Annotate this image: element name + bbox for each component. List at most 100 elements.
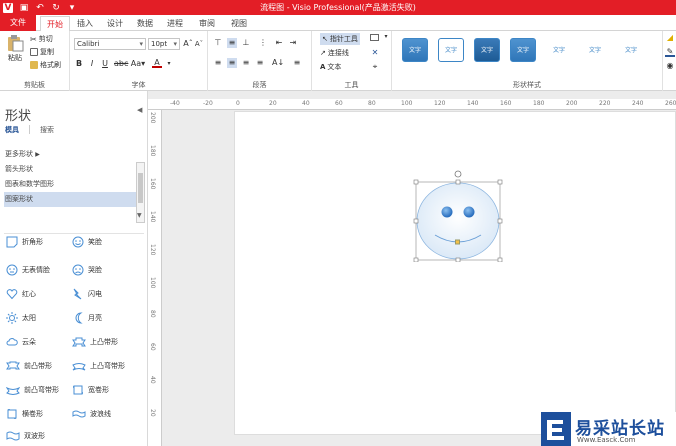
- change-case-icon[interactable]: Aa▾: [130, 59, 146, 69]
- justify-icon[interactable]: ≡: [255, 58, 265, 68]
- increase-indent-icon[interactable]: ⇥: [288, 38, 298, 48]
- stencil-item-charts[interactable]: 图表和数学图形: [4, 177, 136, 192]
- cut-button[interactable]: ✂ 剪切: [30, 34, 53, 44]
- curved-up-ribbon-icon: [72, 363, 86, 371]
- shape-vertical-scroll[interactable]: 宽卷形: [72, 384, 109, 396]
- tab-view[interactable]: 视图: [228, 16, 250, 31]
- align-left-icon[interactable]: ≡: [213, 58, 223, 68]
- align-bottom-icon[interactable]: ⊥: [241, 38, 251, 48]
- shape-double-wave[interactable]: 双波形: [6, 430, 45, 442]
- watermark-logo: 易采站长站 Www.Easck.Com: [541, 412, 676, 446]
- shape-label: 闪电: [88, 290, 102, 298]
- rectangle-tool-icon[interactable]: [370, 34, 379, 41]
- shape-style-3[interactable]: 文字: [474, 38, 500, 62]
- strikethrough-icon[interactable]: abc: [114, 59, 128, 69]
- tab-design[interactable]: 设计: [104, 16, 126, 31]
- text-tool-button[interactable]: A 文本: [320, 62, 341, 72]
- tools-group: ↖ 指针工具 ↗ 连接线 A 文本 ▾ ✕ ⌖ 工具: [312, 31, 392, 91]
- fill-icon[interactable]: ◢: [665, 33, 675, 43]
- connector-button[interactable]: ↗ 连接线: [320, 48, 349, 58]
- shape-tool-dropdown-icon[interactable]: ▾: [381, 32, 391, 42]
- ruler-tick-label: 40: [149, 376, 156, 384]
- shape-style-5[interactable]: 文字: [546, 38, 572, 62]
- watermark-url: Www.Easck.Com: [577, 436, 636, 444]
- align-middle-icon[interactable]: ≡: [227, 38, 237, 48]
- ruler-tick-label: 100: [401, 100, 413, 107]
- tab-process[interactable]: 进程: [164, 16, 186, 31]
- shape-front-ribbon[interactable]: 前凸带形: [6, 360, 52, 372]
- underline-icon[interactable]: U: [100, 59, 110, 69]
- shape-label: 云朵: [22, 338, 36, 346]
- paragraph-more-icon[interactable]: ≡: [292, 58, 302, 68]
- shape-smiley[interactable]: 笑脸: [72, 236, 102, 248]
- ruler-tick-label: 120: [434, 100, 446, 107]
- tab-search[interactable]: 搜索: [40, 125, 54, 135]
- scroll-down-icon[interactable]: ▼: [137, 212, 142, 219]
- paste-button[interactable]: 粘贴: [6, 34, 24, 63]
- drawing-page[interactable]: [234, 111, 676, 435]
- shape-lightning[interactable]: 闪电: [72, 288, 102, 300]
- shape-curved-front-ribbon[interactable]: 前凸弯带形: [6, 384, 59, 396]
- pointer-tool-button[interactable]: ↖ 指针工具: [320, 33, 360, 45]
- shape-neutral-face[interactable]: 无表情脸: [6, 264, 50, 276]
- shape-cloud[interactable]: 云朵: [6, 336, 36, 348]
- shape-label: 无表情脸: [22, 266, 50, 274]
- bold-icon[interactable]: B: [74, 59, 84, 69]
- format-painter-button[interactable]: 格式刷: [30, 60, 61, 70]
- font-color-dropdown-icon[interactable]: ▾: [164, 59, 174, 69]
- smiley-shape[interactable]: [413, 170, 503, 262]
- tab-file[interactable]: 文件: [0, 15, 36, 31]
- front-ribbon-icon: [6, 361, 20, 370]
- collapse-pane-icon[interactable]: ◀: [137, 106, 142, 114]
- shape-style-1[interactable]: 文字: [402, 38, 428, 62]
- shape-style-2[interactable]: 文字: [438, 38, 464, 62]
- align-right-icon[interactable]: ≡: [241, 58, 251, 68]
- shape-up-ribbon[interactable]: 上凸带形: [72, 336, 118, 348]
- font-color-icon[interactable]: A: [152, 58, 162, 68]
- font-size-select[interactable]: 10pt: [148, 38, 180, 50]
- shape-sad-face[interactable]: 哭脸: [72, 264, 102, 276]
- font-name-select[interactable]: Calibri: [74, 38, 146, 50]
- brand-e-icon: [541, 412, 571, 446]
- ruler-tick-label: 80: [149, 310, 156, 318]
- stencil-item-pattern[interactable]: 图案形状: [4, 192, 136, 207]
- shape-folded-corner[interactable]: 折角形: [6, 236, 43, 248]
- shape-heart[interactable]: 红心: [6, 288, 36, 300]
- shape-moon[interactable]: 月亮: [72, 312, 102, 324]
- stencil-item-arrows[interactable]: 箭头形状: [4, 162, 136, 177]
- tab-data[interactable]: 数据: [134, 16, 156, 31]
- shape-style-6[interactable]: 文字: [582, 38, 608, 62]
- tab-home[interactable]: 开始: [40, 16, 70, 31]
- bullets-icon[interactable]: ⋮: [258, 38, 268, 48]
- scrollbar-thumb[interactable]: [138, 173, 143, 203]
- shape-horizontal-scroll[interactable]: 横卷形: [6, 408, 43, 420]
- ruler-tick-label: 120: [149, 244, 156, 256]
- copy-button[interactable]: 复制: [30, 47, 54, 57]
- shape-sun[interactable]: 太阳: [6, 312, 36, 324]
- grow-font-icon[interactable]: Aˆ: [183, 39, 193, 49]
- align-center-icon[interactable]: ≡: [227, 58, 237, 68]
- shape-wave[interactable]: 波浪线: [72, 408, 111, 420]
- tab-review[interactable]: 审阅: [196, 16, 218, 31]
- text-direction-icon[interactable]: A↓: [272, 58, 284, 68]
- effects-icon[interactable]: ◉: [665, 61, 675, 71]
- paste-icon: [8, 35, 24, 52]
- shape-style-7[interactable]: 文字: [618, 38, 644, 62]
- shape-curved-up-ribbon[interactable]: 上凸弯带形: [72, 360, 125, 372]
- drawing-canvas[interactable]: -40 -20 0 20 40 60 80 100 120 140 160 180 200 220 240 2…: [148, 91, 676, 446]
- shape-style-4[interactable]: 文字: [510, 38, 536, 62]
- tab-stencils[interactable]: 模具: [5, 125, 19, 135]
- shrink-font-icon[interactable]: Aˇ: [194, 39, 204, 49]
- align-top-icon[interactable]: ⊤: [213, 38, 223, 48]
- tab-insert[interactable]: 插入: [74, 16, 96, 31]
- delete-connector-icon[interactable]: ✕: [370, 48, 380, 58]
- more-shapes-item[interactable]: 更多形状 ▶: [4, 147, 136, 162]
- shape-label: 横卷形: [22, 410, 43, 418]
- ruler-tick-label: 160: [500, 100, 512, 107]
- fill-line-group: ◢ ✎ ◉: [662, 31, 676, 91]
- shape-label: 上凸弯带形: [90, 362, 125, 370]
- connection-point-icon[interactable]: ⌖: [370, 62, 380, 72]
- decrease-indent-icon[interactable]: ⇤: [274, 38, 284, 48]
- italic-icon[interactable]: I: [87, 59, 97, 69]
- line-icon[interactable]: ✎: [665, 47, 675, 57]
